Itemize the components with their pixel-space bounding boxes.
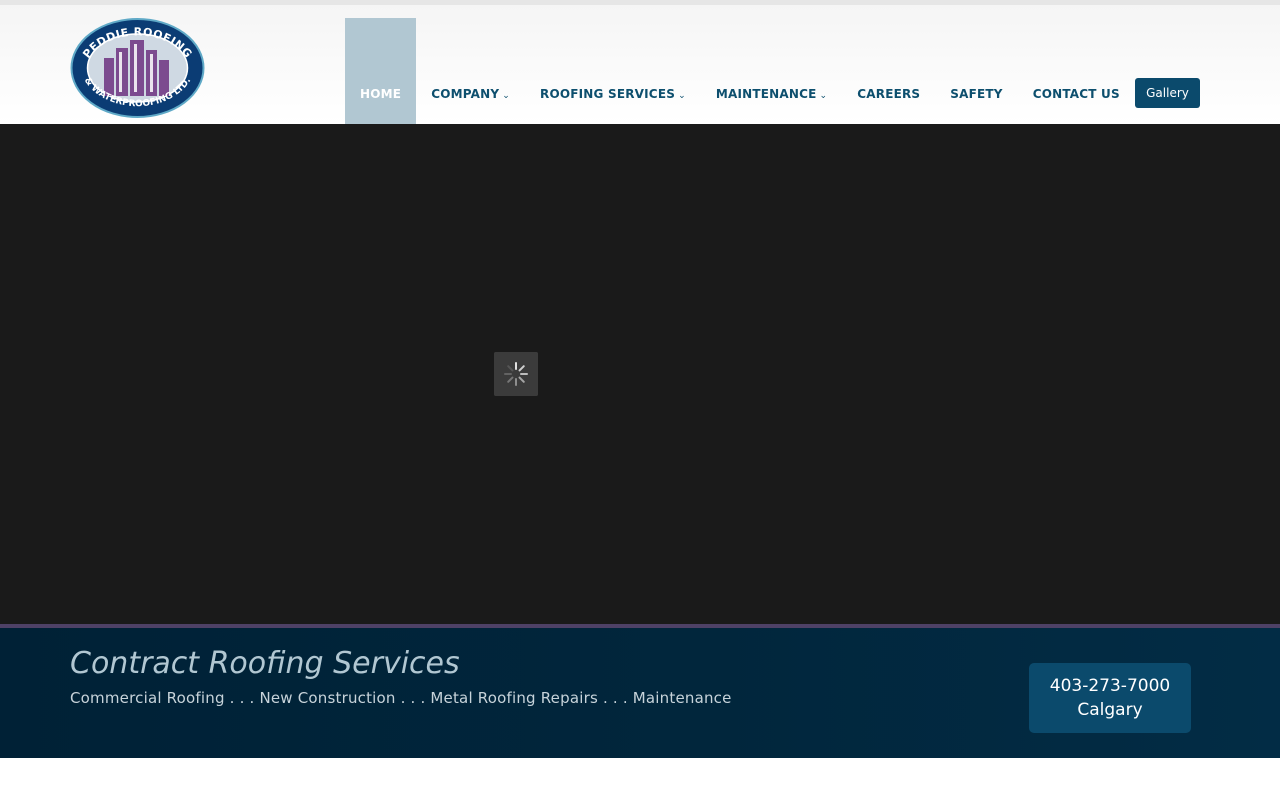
phone-number: 403-273-7000	[1049, 676, 1171, 696]
nav-maintenance[interactable]: MAINTENANCE ⌄	[701, 18, 842, 124]
phone-call-button[interactable]: 403-273-7000 Calgary	[1029, 663, 1191, 733]
main-nav: HOME COMPANY ⌄ ROOFING SERVICES ⌄ MAINTENA…	[345, 18, 1135, 124]
chevron-down-icon: ⌄	[819, 91, 828, 101]
nav-home[interactable]: HOME	[345, 18, 417, 124]
banner-subtitle: Commercial Roofing . . . New Constructio…	[70, 689, 732, 707]
site-header: PEDDIE ROOFING & WATERPROOFING LTD. HOME…	[0, 5, 1280, 124]
company-logo[interactable]: PEDDIE ROOFING & WATERPROOFING LTD.	[70, 18, 205, 118]
banner-title: Contract Roofing Services	[70, 646, 460, 681]
city-label: Calgary	[1077, 700, 1143, 720]
nav-safety[interactable]: SAFETY	[935, 18, 1017, 124]
nav-company[interactable]: COMPANY ⌄	[416, 18, 525, 124]
hero-slider	[0, 124, 1280, 624]
gallery-button[interactable]: Gallery	[1135, 78, 1200, 108]
chevron-down-icon: ⌄	[678, 91, 686, 101]
services-banner: Contract Roofing Services Commercial Roo…	[0, 628, 1280, 758]
nav-careers[interactable]: CAREERS	[842, 18, 935, 124]
nav-roofing-services[interactable]: ROOFING SERVICES ⌄	[525, 18, 701, 124]
spinner-icon	[494, 352, 538, 396]
chevron-down-icon: ⌄	[502, 91, 510, 101]
nav-contact-us[interactable]: CONTACT US	[1018, 18, 1135, 124]
